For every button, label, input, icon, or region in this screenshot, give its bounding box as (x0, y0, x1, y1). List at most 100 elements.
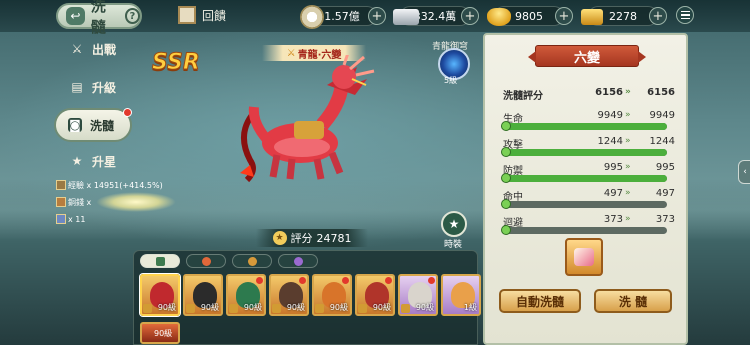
pet-card[interactable]: 90級 (226, 274, 266, 316)
back-button[interactable]: ↩ 洗髓 ? (56, 0, 142, 36)
wash-score-before: 6156 (595, 87, 623, 98)
notification-dot (428, 277, 435, 284)
bonus-line-copper: 銅錢 x (56, 192, 176, 212)
pet-card-list: 90級 90級 90級 90級 90級 90級 90級 1級 (140, 274, 481, 316)
stat-progress-bar (501, 173, 667, 183)
bonus-text: x 11 (68, 214, 86, 224)
resource-gold-bar: 2278 + (581, 6, 667, 26)
stat-progress-bar (501, 225, 667, 235)
notification-dot (342, 277, 349, 284)
stat-progress-knob (501, 121, 511, 131)
nav-item-deploy[interactable]: ⚔ 出戰 (58, 34, 128, 64)
pet-card[interactable]: 90級 (269, 274, 309, 316)
item-icon (56, 214, 66, 224)
wash-button[interactable]: 洗 髓 (594, 289, 672, 313)
cat-face-icon: ◙ (68, 118, 82, 132)
wash-score-row: 洗髓評分 6156 » 6156 (503, 87, 675, 102)
filter-water-tab[interactable] (232, 254, 272, 268)
score-banner: ★ 評分 24781 (256, 229, 368, 247)
add-gold-ingot-button[interactable]: + (555, 7, 573, 25)
game-screen: ↩ 洗髓 ? 回饋 1.57億 + 332.4萬 + 9805 + 2278 + (0, 0, 750, 345)
rarity-badge: SSR (152, 50, 201, 76)
bonus-text: 經驗 x 14951(+414.5%) (68, 180, 163, 190)
document-icon: ▤ (71, 80, 83, 94)
auto-wash-button[interactable]: 自動洗髓 (499, 289, 581, 313)
lock-icon (358, 304, 367, 313)
pet-level: 1級 (463, 303, 477, 312)
resource-gold-ingot: 9805 + (487, 6, 573, 26)
stat-row: 生命 9949» 9949 (503, 110, 675, 125)
stat-before: 1244 (597, 136, 623, 147)
resource-silver-coin: 1.57億 + (300, 5, 386, 29)
add-ingot-silver-button[interactable]: + (461, 7, 479, 25)
chevron-right-icon: » (625, 162, 631, 172)
fashion-button[interactable]: ★ (441, 211, 467, 237)
nav-item-wash[interactable]: ◙ 洗髓 (54, 108, 132, 142)
filter-fire-tab[interactable] (186, 254, 226, 268)
help-icon[interactable]: ? (124, 8, 140, 24)
add-gold-bar-button[interactable]: + (649, 7, 667, 25)
paw-icon (247, 256, 257, 266)
pet-level: 90級 (372, 303, 391, 312)
gold-ingot-icon (487, 8, 511, 26)
silver-coin-icon (300, 5, 324, 29)
gold-bar-icon (581, 9, 603, 25)
nav-item-label: 升星 (92, 154, 117, 169)
lock-icon (143, 304, 152, 313)
nav-item-level-up[interactable]: ▤ 升級 (58, 72, 128, 102)
pet-card[interactable]: 90級 (355, 274, 395, 316)
stat-before: 9949 (597, 110, 623, 121)
silver-coin-value: 1.57億 (324, 10, 360, 23)
stat-after: 373 (655, 214, 675, 225)
bonus-line-exp: 經驗 x 14951(+414.5%) (56, 179, 163, 191)
feedback-button[interactable]: 回饋 (178, 6, 226, 24)
lock-icon (272, 304, 281, 313)
sparkle-glow (96, 192, 176, 212)
pet-card[interactable]: 90級 (183, 274, 223, 316)
pet-card[interactable]: 90級 (398, 274, 438, 316)
side-nav: ⚔ 出戰 ▤ 升級 ◙ 洗髓 ★ 升星 (54, 34, 132, 176)
bonus-line-item: x 11 (56, 213, 85, 225)
stat-progress-bar (501, 199, 667, 209)
filter-wood-tab[interactable] (278, 254, 318, 268)
chevron-right-icon: » (625, 136, 631, 146)
panel-title: 六變 (528, 45, 646, 67)
filter-all-tab[interactable] (140, 254, 180, 268)
pet-card[interactable]: 90級 (312, 274, 352, 316)
pet-level: 90級 (200, 303, 219, 312)
pet-card-partial[interactable]: 90級 (140, 322, 180, 344)
gift-item-icon (574, 248, 594, 266)
lock-icon (401, 304, 410, 313)
fashion-label: 時裝 (444, 240, 463, 250)
star-icon: ★ (448, 217, 460, 231)
wash-item-slot[interactable] (565, 238, 603, 276)
lock-icon (229, 304, 238, 313)
gold-bar-value: 2278 (609, 9, 637, 23)
chevron-right-icon: » (625, 188, 631, 198)
roster-filters (140, 254, 318, 268)
pet-card[interactable]: 90級 (140, 274, 180, 316)
stat-progress-fill (503, 149, 667, 156)
nav-item-star-up[interactable]: ★ 升星 (58, 146, 128, 176)
stat-before: 995 (603, 162, 623, 173)
stat-after: 1244 (649, 136, 675, 147)
stat-progress-bar (501, 147, 667, 157)
back-arrow-icon: ↩ (66, 7, 85, 25)
nav-item-label: 洗髓 (90, 118, 115, 133)
pet-level: 90級 (154, 329, 173, 338)
score-value: 24781 (316, 231, 352, 245)
page-title: 洗髓 (90, 0, 106, 36)
nav-item-label: 出戰 (92, 42, 117, 57)
top-bar: ↩ 洗髓 ? 回饋 1.57億 + 332.4萬 + 9805 + 2278 + (0, 0, 750, 36)
pet-level: 90級 (286, 303, 305, 312)
star-icon: ★ (71, 154, 83, 168)
add-silver-coin-button[interactable]: + (368, 7, 386, 25)
resource-ingot-silver: 332.4萬 + (393, 6, 479, 26)
paw-icon (201, 256, 211, 266)
notification-dot (123, 108, 132, 117)
stat-progress-knob (501, 199, 511, 209)
feedback-label: 回饋 (202, 8, 227, 23)
menu-icon[interactable] (676, 6, 694, 24)
pet-card[interactable]: 1級 (441, 274, 481, 316)
side-expand-button[interactable]: ‹ (738, 160, 750, 184)
